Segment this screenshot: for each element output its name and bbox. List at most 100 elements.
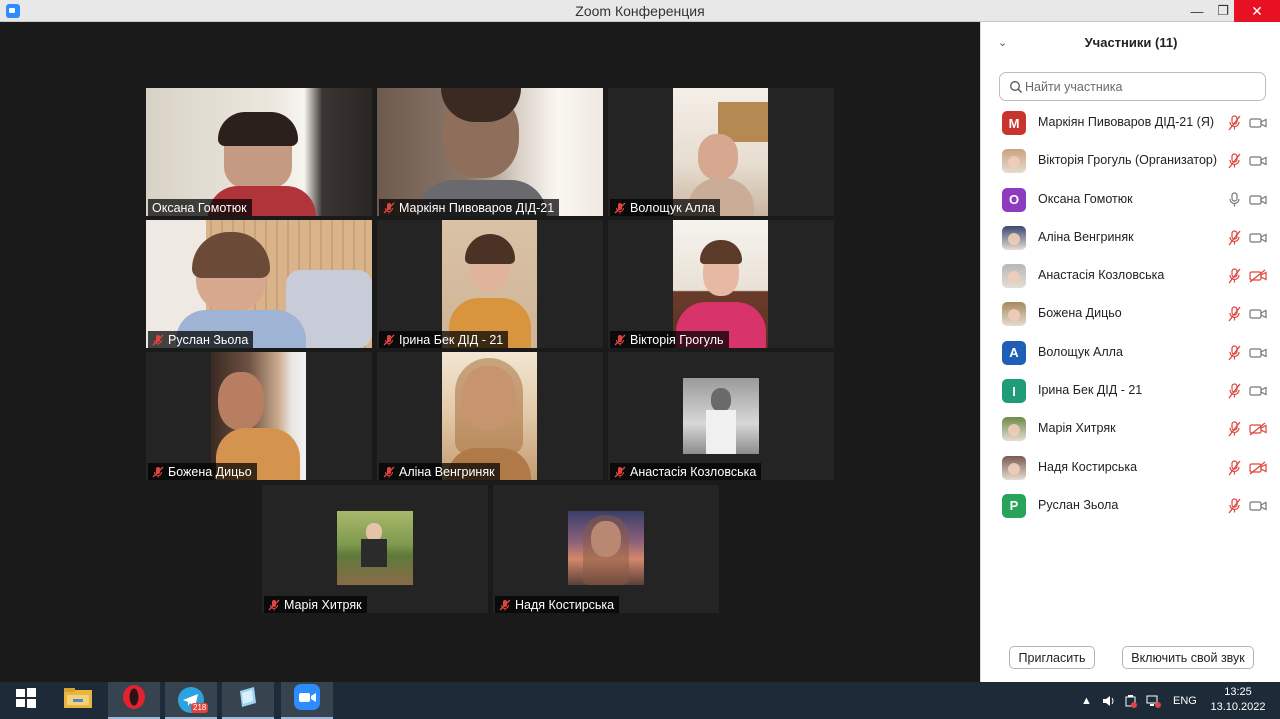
participant-name: Надя Костирська: [1038, 459, 1138, 474]
mic-muted-icon[interactable]: [1227, 383, 1242, 399]
participants-panel: ⌄ Участники (11) М Маркіян Пивоваров ДІД-…: [980, 22, 1280, 682]
participant-name: Волощук Алла: [1038, 344, 1123, 359]
tile-name-tag: Анастасія Козловська: [610, 463, 762, 480]
video-tile[interactable]: Оксана Гомотюк: [146, 88, 372, 216]
search-input[interactable]: [1025, 77, 1260, 97]
avatar: М: [1002, 111, 1026, 135]
video-tile[interactable]: Аліна Венгриняк: [377, 352, 603, 480]
panel-footer: Пригласить Включить свой звук: [981, 646, 1280, 676]
camera-off-icon[interactable]: [1249, 422, 1267, 436]
taskbar-telegram[interactable]: 218: [165, 682, 217, 719]
participant-row[interactable]: Вікторія Грогуль (Организатор): [981, 142, 1280, 180]
participant-row[interactable]: А Волощук Алла: [981, 334, 1280, 372]
tile-name-tag: Ірина Бек ДІД - 21: [379, 331, 509, 348]
close-icon: ✕: [1251, 2, 1263, 19]
participant-name: Марія Хитряк: [1038, 421, 1116, 436]
camera-icon[interactable]: [1249, 116, 1267, 130]
camera-icon[interactable]: [1249, 307, 1267, 321]
profile-photo: [711, 388, 731, 412]
telegram-icon: 218: [177, 686, 209, 714]
avatar: [1002, 455, 1026, 480]
taskbar-zoom[interactable]: [281, 682, 333, 719]
tile-name-tag: Надя Костирська: [495, 596, 620, 613]
camera-icon[interactable]: [1249, 193, 1267, 207]
taskbar-file-explorer[interactable]: [52, 682, 104, 719]
mic-muted-icon[interactable]: [1227, 345, 1242, 361]
mic-icon[interactable]: [1227, 191, 1242, 208]
file-explorer-icon: [63, 686, 93, 715]
mic-muted-icon[interactable]: [1227, 306, 1242, 322]
participant-row[interactable]: Анастасія Козловська: [981, 257, 1280, 295]
power-icon[interactable]: [1124, 682, 1138, 719]
video-tile[interactable]: Руслан Зьола: [146, 220, 372, 348]
mic-muted-icon[interactable]: [1227, 268, 1242, 284]
camera-off-icon[interactable]: [1249, 461, 1267, 475]
participant-name: Руслан Зьола: [1038, 497, 1119, 512]
search-icon: [1009, 80, 1023, 94]
camera-icon[interactable]: [1249, 231, 1267, 245]
system-clock[interactable]: 13:25 13.10.2022: [1206, 685, 1270, 715]
tile-name-tag: Божена Дицьо: [148, 463, 257, 480]
mic-muted-icon[interactable]: [1227, 421, 1242, 437]
participant-name: Ірина Бек ДІД - 21: [1038, 383, 1143, 398]
language-indicator[interactable]: ENG: [1173, 682, 1197, 719]
camera-icon[interactable]: [1249, 154, 1267, 168]
start-button[interactable]: [0, 682, 52, 719]
taskbar-opera[interactable]: [108, 682, 160, 719]
unmute-button[interactable]: Включить свой звук: [1122, 646, 1254, 669]
video-tile[interactable]: Вікторія Грогуль: [608, 220, 834, 348]
participant-row[interactable]: Надя Костирська: [981, 449, 1280, 487]
invite-button[interactable]: Пригласить: [1009, 646, 1095, 669]
avatar: [1002, 225, 1026, 250]
mic-muted-icon[interactable]: [1227, 230, 1242, 246]
profile-photo: [706, 410, 736, 454]
video-tile[interactable]: Анастасія Козловська: [608, 352, 834, 480]
participant-name: Божена Дицьо: [1038, 306, 1122, 321]
windows-start-icon: [15, 687, 37, 714]
window-title: Zoom Конференция: [575, 3, 705, 19]
avatar: А: [1002, 340, 1026, 365]
mic-muted-icon: [152, 334, 164, 346]
video-tile[interactable]: Маркіян Пивоваров ДІД-21: [377, 88, 603, 216]
tile-name-tag: Аліна Венгриняк: [379, 463, 500, 480]
video-gallery: Оксана Гомотюк Маркіян Пивоваров ДІД-21 …: [0, 22, 980, 682]
camera-icon[interactable]: [1249, 346, 1267, 360]
taskbar-notepad[interactable]: [222, 682, 274, 719]
opera-icon: [121, 684, 147, 715]
video-tile[interactable]: Волощук Алла: [608, 88, 834, 216]
tray-overflow-icon[interactable]: ▲: [1081, 682, 1092, 719]
maximize-icon: ❐: [1217, 3, 1229, 18]
video-tile[interactable]: Ірина Бек ДІД - 21: [377, 220, 603, 348]
participant-row[interactable]: М Маркіян Пивоваров ДІД-21 (Я): [981, 104, 1280, 142]
camera-feed: [455, 358, 523, 454]
participant-name: Маркіян Пивоваров ДІД-21 (Я): [1038, 115, 1215, 129]
camera-icon[interactable]: [1249, 384, 1267, 398]
participant-row[interactable]: Аліна Венгриняк: [981, 219, 1280, 257]
mic-muted-icon[interactable]: [1227, 115, 1242, 131]
video-tile[interactable]: Надя Костирська: [493, 485, 719, 613]
video-tile[interactable]: Марія Хитряк: [262, 485, 488, 613]
tile-name-tag: Вікторія Грогуль: [610, 331, 729, 348]
mic-muted-icon[interactable]: [1227, 153, 1242, 169]
participant-row[interactable]: Марія Хитряк: [981, 410, 1280, 448]
network-icon[interactable]: [1146, 682, 1161, 719]
camera-off-icon[interactable]: [1249, 269, 1267, 283]
close-button[interactable]: ✕: [1234, 0, 1280, 22]
participant-row[interactable]: І Ірина Бек ДІД - 21: [981, 372, 1280, 410]
mic-muted-icon: [499, 599, 511, 611]
search-box[interactable]: [999, 72, 1266, 101]
camera-icon[interactable]: [1249, 499, 1267, 513]
participant-row[interactable]: О Оксана Гомотюк: [981, 181, 1280, 219]
tile-name-tag: Марія Хитряк: [264, 596, 367, 613]
participant-row[interactable]: Р Руслан Зьола: [981, 487, 1280, 525]
mic-muted-icon: [268, 599, 280, 611]
mic-muted-icon: [614, 202, 626, 214]
volume-icon[interactable]: [1102, 682, 1116, 719]
mic-muted-icon[interactable]: [1227, 498, 1242, 514]
telegram-badge: 218: [191, 702, 209, 713]
avatar: І: [1002, 379, 1026, 404]
mic-muted-icon[interactable]: [1227, 460, 1242, 476]
video-tile[interactable]: Божена Дицьо: [146, 352, 372, 480]
avatar: [1002, 264, 1026, 289]
participant-row[interactable]: Божена Дицьо: [981, 295, 1280, 333]
